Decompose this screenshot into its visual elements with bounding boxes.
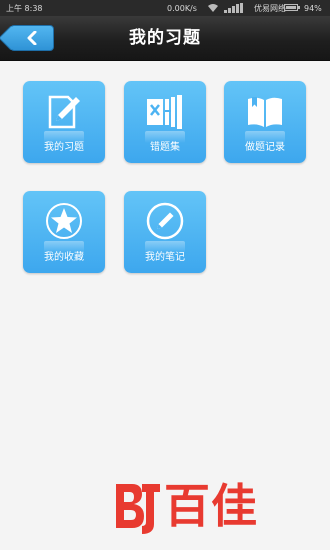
tile-error-book[interactable]: 错题集 xyxy=(124,81,206,163)
battery-icon xyxy=(284,4,300,11)
title-bar: 我的习题 xyxy=(0,16,330,61)
tile-label: 做题记录 xyxy=(245,142,285,153)
tile-exercise-history[interactable]: 做题记录 xyxy=(224,81,306,163)
tile-my-favorites[interactable]: 我的收藏 xyxy=(23,191,105,273)
error-book-icon xyxy=(147,95,182,129)
back-button[interactable] xyxy=(10,25,54,51)
open-book-icon xyxy=(248,97,282,127)
status-battery-percent: 94% xyxy=(304,3,322,13)
edit-document-icon xyxy=(48,95,80,129)
wifi-icon xyxy=(207,3,219,15)
watermark-logo: 百佳 xyxy=(112,478,312,538)
status-bar: 上午 8:38 0.00K/s 优易网络 94% xyxy=(0,0,330,16)
status-net-speed: 0.00K/s xyxy=(167,3,197,13)
tile-label: 错题集 xyxy=(150,142,180,153)
tile-label: 我的收藏 xyxy=(44,252,84,263)
signal-icon xyxy=(224,3,246,15)
tile-label: 我的习题 xyxy=(44,142,84,153)
status-carrier: 优易网络 xyxy=(254,3,286,13)
watermark-brand: 百佳 xyxy=(164,479,258,533)
bj-logo-icon xyxy=(116,484,160,534)
chevron-left-icon xyxy=(27,31,37,45)
pencil-circle-icon xyxy=(146,202,184,240)
star-icon xyxy=(46,203,82,239)
tile-label: 我的笔记 xyxy=(145,252,185,263)
tile-my-notes[interactable]: 我的笔记 xyxy=(124,191,206,273)
tile-my-exercises[interactable]: 我的习题 xyxy=(23,81,105,163)
status-time: 上午 8:38 xyxy=(6,3,43,13)
